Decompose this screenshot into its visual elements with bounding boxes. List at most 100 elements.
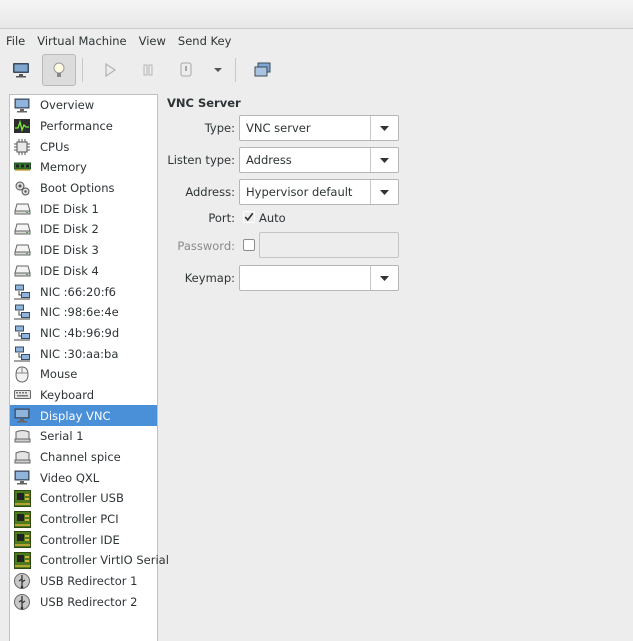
network-icon	[13, 345, 31, 363]
sidebar-item-nic-66-20-f6[interactable]: NIC :66:20:f6	[10, 281, 157, 302]
type-dropdown-button[interactable]	[370, 116, 398, 140]
controller-icon	[13, 510, 31, 528]
sidebar-item-label: IDE Disk 3	[40, 243, 99, 258]
section-title: VNC Server	[167, 96, 241, 110]
chevron-down-icon	[214, 68, 222, 72]
type-combo[interactable]: VNC server	[239, 115, 399, 141]
pause-icon	[143, 64, 153, 76]
port-auto-checkbox[interactable]	[243, 211, 255, 223]
sidebar-item-nic-98-6e-4e[interactable]: NIC :98:6e:4e	[10, 302, 157, 323]
sidebar-item-controller-ide[interactable]: Controller IDE	[10, 529, 157, 550]
sidebar-item-performance[interactable]: Performance	[10, 116, 157, 137]
mouse-icon	[13, 365, 31, 383]
sidebar-item-ide-disk-2[interactable]: IDE Disk 2	[10, 219, 157, 240]
monitor-icon	[13, 63, 29, 78]
port-auto-label: Auto	[259, 211, 286, 225]
pause-button[interactable]	[131, 54, 165, 86]
password-checkbox[interactable]	[243, 239, 255, 251]
sidebar-item-controller-usb[interactable]: Controller USB	[10, 488, 157, 509]
run-button[interactable]	[93, 54, 127, 86]
sidebar-item-video-qxl[interactable]: Video QXL	[10, 467, 157, 488]
controller-icon	[13, 551, 31, 569]
listen-type-combo[interactable]: Address	[239, 147, 399, 173]
address-combo[interactable]: Hypervisor default	[239, 179, 399, 205]
chevron-down-icon	[380, 157, 389, 163]
sidebar-item-label: Controller VirtIO Serial	[40, 553, 169, 568]
toolbar	[0, 52, 633, 88]
password-input[interactable]	[259, 232, 399, 258]
network-icon	[13, 324, 31, 342]
listen-type-dropdown-button[interactable]	[370, 148, 398, 172]
controller-icon	[13, 531, 31, 549]
listen-type-row: Listen type: Address	[166, 146, 626, 174]
sidebar-item-cpus[interactable]: CPUs	[10, 136, 157, 157]
usb-icon	[13, 572, 31, 590]
keymap-label: Keymap:	[184, 271, 235, 285]
keyboard-icon	[13, 386, 31, 404]
usb-icon	[13, 593, 31, 611]
sidebar-item-nic-30-aa-ba[interactable]: NIC :30:aa:ba	[10, 343, 157, 364]
sidebar-item-mouse[interactable]: Mouse	[10, 364, 157, 385]
sidebar-item-label: Serial 1	[40, 429, 84, 444]
sidebar-item-label: IDE Disk 2	[40, 222, 99, 237]
password-label: Password:	[177, 239, 235, 253]
performance-icon	[13, 117, 31, 135]
sidebar-item-memory[interactable]: Memory	[10, 157, 157, 178]
details-button[interactable]	[42, 54, 76, 86]
sidebar-item-label: Overview	[40, 98, 95, 113]
address-label: Address:	[185, 185, 235, 199]
sidebar-item-label: USB Redirector 2	[40, 594, 138, 609]
network-icon	[13, 303, 31, 321]
sidebar-item-label: Controller PCI	[40, 512, 119, 527]
sidebar-item-label: NIC :66:20:f6	[40, 284, 116, 299]
sidebar-item-ide-disk-1[interactable]: IDE Disk 1	[10, 198, 157, 219]
fullscreen-button[interactable]	[246, 54, 280, 86]
chevron-down-icon	[380, 189, 389, 195]
sidebar-item-nic-4b-96-9d[interactable]: NIC :4b:96:9d	[10, 323, 157, 344]
shutdown-menu-button[interactable]	[207, 54, 229, 86]
sidebar-item-label: NIC :4b:96:9d	[40, 325, 120, 340]
power-icon	[180, 62, 192, 77]
disk-icon	[13, 220, 31, 238]
sidebar-item-usb-redirector-1[interactable]: USB Redirector 1	[10, 571, 157, 592]
sidebar-item-label: Controller IDE	[40, 532, 120, 547]
listen-type-label: Listen type:	[167, 153, 235, 167]
gears-icon	[13, 179, 31, 197]
monitor-icon	[13, 407, 31, 425]
toolbar-separator	[82, 58, 83, 82]
keymap-combo[interactable]	[239, 265, 399, 291]
console-button[interactable]	[4, 54, 38, 86]
sidebar-item-ide-disk-3[interactable]: IDE Disk 3	[10, 240, 157, 261]
sidebar-item-controller-virtio-serial[interactable]: Controller VirtIO Serial	[10, 550, 169, 571]
password-row: Password:	[166, 232, 626, 260]
disk-icon	[13, 262, 31, 280]
sidebar-item-ide-disk-4[interactable]: IDE Disk 4	[10, 261, 157, 282]
type-value: VNC server	[246, 121, 311, 135]
sidebar-item-label: Memory	[40, 160, 87, 175]
menu-file[interactable]: File	[0, 30, 31, 52]
menu-view[interactable]: View	[133, 30, 172, 52]
sidebar-item-label: Mouse	[40, 367, 78, 382]
menu-send-key[interactable]: Send Key	[172, 30, 237, 52]
sidebar-item-channel-spice[interactable]: Channel spice	[10, 447, 157, 468]
sidebar-item-overview[interactable]: Overview	[10, 95, 157, 116]
sidebar-item-display-vnc[interactable]: Display VNC	[10, 405, 157, 426]
sidebar-item-label: NIC :98:6e:4e	[40, 305, 119, 320]
sidebar-item-serial-1[interactable]: Serial 1	[10, 426, 157, 447]
sidebar-item-usb-redirector-2[interactable]: USB Redirector 2	[10, 592, 157, 613]
sidebar-item-label: Controller USB	[40, 491, 124, 506]
keymap-row: Keymap:	[166, 264, 626, 292]
address-value: Hypervisor default	[246, 185, 353, 199]
address-dropdown-button[interactable]	[370, 180, 398, 204]
sidebar-item-boot-options[interactable]: Boot Options	[10, 178, 157, 199]
menu-virtual-machine[interactable]: Virtual Machine	[31, 30, 132, 52]
sidebar-item-label: Boot Options	[40, 181, 115, 196]
sidebar-item-controller-pci[interactable]: Controller PCI	[10, 509, 157, 530]
keymap-dropdown-button[interactable]	[370, 266, 398, 290]
play-icon	[105, 63, 116, 77]
sidebar-item-label: Display VNC	[40, 408, 111, 423]
serial-icon	[13, 427, 31, 445]
sidebar-item-keyboard[interactable]: Keyboard	[10, 385, 157, 406]
toolbar-separator	[235, 58, 236, 82]
shutdown-button[interactable]	[169, 54, 203, 86]
